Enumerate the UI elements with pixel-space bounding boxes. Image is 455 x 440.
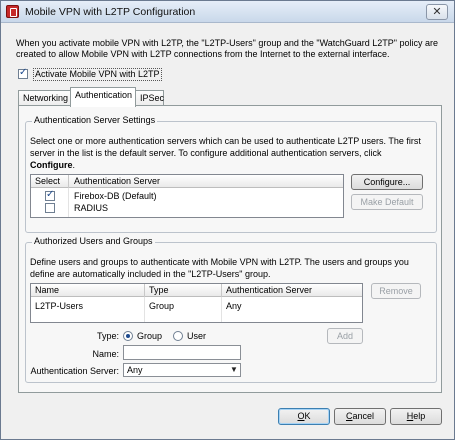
col-divider — [144, 297, 145, 322]
users-groups-table-header: Name Type Authentication Server — [31, 284, 362, 297]
user-group-server: Any — [226, 301, 242, 311]
col-divider — [144, 284, 145, 297]
col-divider — [221, 284, 222, 297]
authentication-panel: Authentication Server Settings Select on… — [18, 105, 442, 393]
close-button[interactable]: ✕ — [426, 4, 448, 20]
auth-server-desc-line3: Configure. — [30, 159, 434, 171]
auth-server-group-title: Authentication Server Settings — [32, 115, 158, 125]
radius-checkbox[interactable] — [45, 203, 55, 213]
col-type[interactable]: Type — [149, 285, 169, 295]
auth-server-label: Authentication Server: — [30, 366, 119, 376]
col-auth-server[interactable]: Authentication Server — [226, 285, 312, 295]
tab-ipsec[interactable]: IPSec — [135, 90, 164, 106]
col-auth-server[interactable]: Authentication Server — [74, 176, 160, 186]
server-name: RADIUS — [74, 203, 109, 213]
name-label: Name: — [92, 349, 119, 359]
chevron-down-icon: ▼ — [230, 365, 238, 374]
configure-bold-text: Configure — [30, 160, 73, 170]
remove-button[interactable]: Remove — [371, 283, 421, 299]
users-groups-desc-line1: Define users and groups to authenticate … — [30, 257, 409, 267]
auth-server-table-header: Select Authentication Server — [31, 175, 343, 188]
users-groups-group: Authorized Users and Groups Define users… — [25, 236, 437, 383]
help-label: elp — [413, 411, 426, 421]
auth-server-desc: Select one or more authentication server… — [30, 135, 434, 171]
type-group-radio[interactable] — [123, 331, 133, 341]
auth-server-desc-line2: server in the list is the default server… — [30, 148, 382, 158]
user-group-name: L2TP-Users — [35, 301, 84, 311]
col-divider — [68, 188, 69, 217]
configure-button[interactable]: Configure... — [351, 174, 423, 190]
auth-server-group: Authentication Server Settings Select on… — [25, 115, 437, 233]
auth-server-desc-line1: Select one or more authentication server… — [30, 136, 421, 146]
users-groups-table: Name Type Authentication Server L2TP-Use… — [30, 283, 363, 323]
auth-server-table: Select Authentication Server Firebox-DB … — [30, 174, 344, 218]
ok-label: K — [304, 411, 311, 421]
dialog-window: Mobile VPN with L2TP Configuration ✕ Whe… — [0, 0, 455, 440]
intro-text: When you activate mobile VPN with L2TP, … — [16, 38, 438, 59]
users-groups-desc-line2: define are automatically included in the… — [30, 269, 271, 279]
users-groups-title: Authorized Users and Groups — [32, 236, 155, 246]
server-name: Firebox-DB (Default) — [74, 191, 157, 201]
help-button[interactable]: Help — [390, 408, 442, 425]
auth-server-select-value: Any — [127, 365, 143, 375]
col-divider — [221, 297, 222, 322]
activate-checkbox[interactable] — [18, 67, 28, 79]
tab-networking[interactable]: Networking — [18, 90, 71, 106]
user-group-type: Group — [149, 301, 175, 311]
activate-label[interactable]: Activate Mobile VPN with L2TP — [33, 68, 162, 81]
col-divider — [68, 175, 69, 188]
title-bar: Mobile VPN with L2TP Configuration ✕ — [1, 1, 454, 23]
type-user-label[interactable]: User — [187, 331, 206, 341]
type-group-label[interactable]: Group — [137, 331, 162, 341]
make-default-button[interactable]: Make Default — [351, 194, 423, 210]
type-user-radio[interactable] — [173, 331, 183, 341]
add-button[interactable]: Add — [327, 328, 363, 344]
desc-period: . — [72, 160, 76, 170]
name-field[interactable] — [123, 345, 241, 360]
users-groups-desc: Define users and groups to authenticate … — [30, 256, 434, 280]
tab-authentication[interactable]: Authentication — [70, 87, 136, 107]
app-icon — [6, 5, 19, 18]
firebox-db-checkbox[interactable] — [45, 189, 55, 201]
col-name[interactable]: Name — [35, 285, 59, 295]
cancel-button[interactable]: Cancel — [334, 408, 386, 425]
ok-mnemonic: O — [297, 411, 305, 421]
col-select[interactable]: Select — [35, 176, 60, 186]
ok-button[interactable]: OK — [278, 408, 330, 425]
type-label: Type: — [96, 331, 119, 341]
window-title: Mobile VPN with L2TP Configuration — [25, 6, 196, 18]
cancel-label: ancel — [352, 411, 374, 421]
auth-server-select[interactable]: Any ▼ — [123, 363, 241, 377]
